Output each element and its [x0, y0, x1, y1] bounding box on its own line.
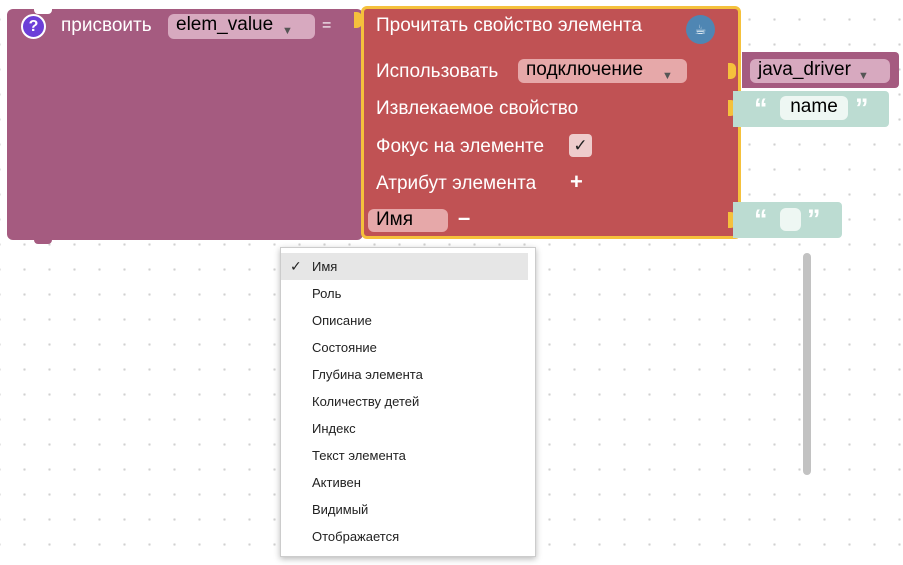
read-property-block[interactable] [361, 6, 741, 239]
chevron-down-icon: ▼ [662, 70, 673, 82]
help-icon[interactable]: ? [21, 14, 46, 39]
assign-block[interactable] [7, 9, 363, 240]
connection-dropdown[interactable]: подключение ▼ [518, 59, 687, 83]
property-label: Извлекаемое свойство [376, 98, 579, 119]
variable-dropdown-value: elem_value [176, 14, 274, 35]
menu-item[interactable]: Отображается [281, 523, 528, 550]
menu-item[interactable]: Индекс [281, 415, 528, 442]
open-quote-icon: “ [754, 204, 768, 234]
focus-checkbox[interactable]: ✓ [569, 134, 592, 157]
menu-item-label: Отображается [312, 529, 400, 544]
assign-block-bottom-notch [34, 238, 52, 244]
menu-item[interactable]: Текст элемента [281, 442, 528, 469]
connection-input-tab [728, 63, 736, 79]
add-attribute-button[interactable]: + [570, 171, 583, 193]
menu-item[interactable]: Состояние [281, 334, 528, 361]
close-quote-icon: ” [807, 204, 821, 234]
menu-item-label: Активен [312, 475, 361, 490]
attribute-dropdown-menu: ✓ Имя Роль Описание Состояние Глубина элемент… [280, 247, 811, 557]
menu-item[interactable]: Глубина элемента [281, 361, 528, 388]
java-coffee-icon: ☕ [686, 15, 715, 44]
menu-item-label: Состояние [312, 340, 377, 355]
remove-attribute-button[interactable]: – [458, 207, 470, 229]
attribute-dropdown[interactable]: Имя [368, 209, 448, 232]
menu-item-label: Роль [312, 286, 342, 301]
attribute-label: Атрибут элемента [376, 173, 537, 194]
menu-item[interactable]: Количеству детей [281, 388, 528, 415]
menu-item-label: Количеству детей [312, 394, 420, 409]
chevron-down-icon: ▼ [858, 70, 869, 82]
read-block-output-tab [354, 12, 362, 28]
assign-block-top-notch [34, 9, 52, 14]
menu-scrollbar[interactable] [803, 253, 811, 475]
menu-item[interactable]: Видимый [281, 496, 528, 523]
attribute-string-field[interactable] [780, 208, 801, 231]
open-quote-icon: “ [754, 93, 768, 123]
menu-item-label: Имя [312, 259, 338, 274]
equals-sign: = [322, 17, 332, 34]
menu-item-label: Индекс [312, 421, 356, 436]
menu-item[interactable]: Роль [281, 280, 528, 307]
variable-dropdown[interactable]: elem_value ▼ [168, 14, 315, 39]
menu-item-label: Глубина элемента [312, 367, 423, 382]
assign-label: присвоить [61, 15, 152, 36]
connection-dropdown-value: подключение [526, 59, 644, 80]
driver-dropdown-value: java_driver [758, 59, 851, 80]
focus-label: Фокус на элементе [376, 136, 545, 157]
read-block-title: Прочитать свойство элемента [376, 15, 642, 36]
property-string-field[interactable]: name [780, 96, 848, 120]
use-label: Использовать [376, 61, 499, 82]
menu-item-label: Видимый [312, 502, 369, 517]
check-icon: ✓ [290, 258, 302, 274]
driver-dropdown[interactable]: java_driver ▼ [750, 59, 890, 83]
menu-item-label: Описание [312, 313, 372, 328]
menu-item[interactable]: ✓ Имя [281, 253, 528, 280]
menu-item-label: Текст элемента [312, 448, 406, 463]
chevron-down-icon: ▼ [282, 25, 293, 37]
close-quote-icon: ” [855, 93, 869, 123]
menu-item[interactable]: Активен [281, 469, 528, 496]
menu-item[interactable]: Описание [281, 307, 528, 334]
